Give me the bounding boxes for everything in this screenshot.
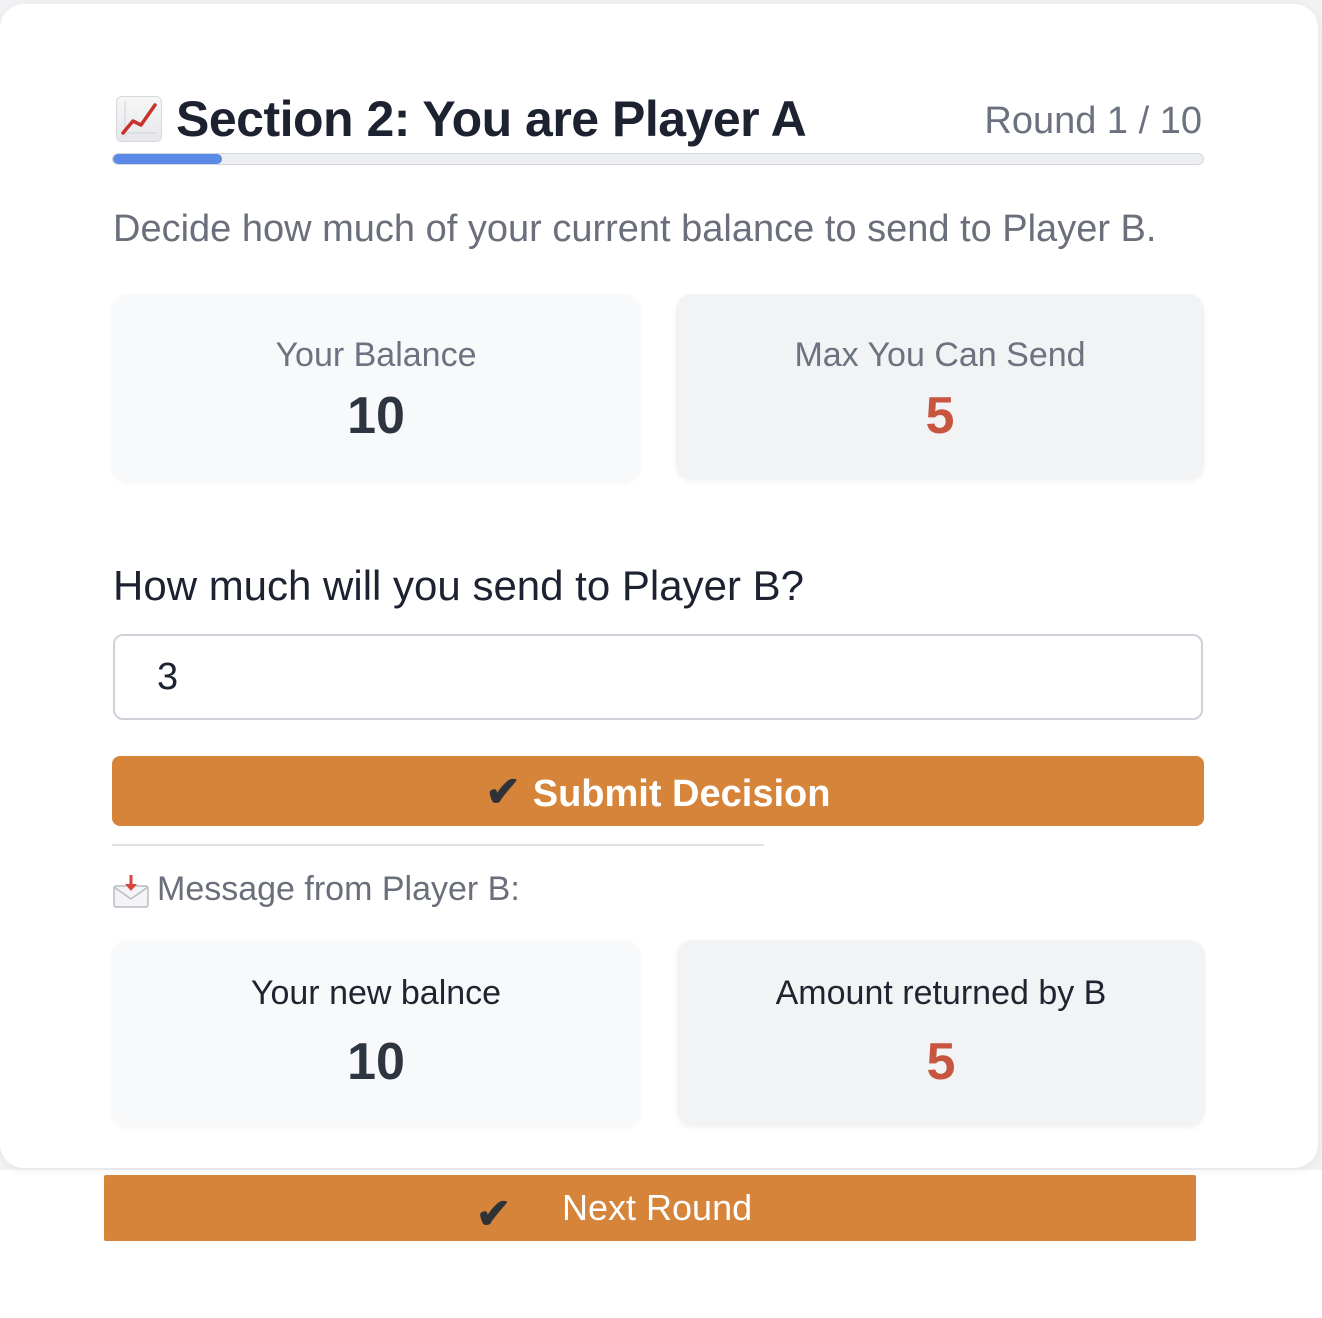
- submit-decision-label: Submit Decision: [532, 772, 831, 815]
- round-indicator: Round 1 / 10: [984, 100, 1202, 142]
- submit-decision-button[interactable]: ✔ Submit Decision: [112, 756, 1204, 826]
- new-balance-card: Your new balnce 10: [112, 940, 640, 1126]
- game-card: Section 2: You are Player A Round 1 / 10…: [0, 4, 1318, 1168]
- message-label: Message from Player B:: [157, 870, 520, 908]
- chart-increasing-icon: [116, 96, 162, 142]
- next-round-button[interactable]: ✔ Next Round: [104, 1175, 1196, 1241]
- balance-value: 10: [347, 387, 405, 445]
- new-balance-value: 10: [347, 1033, 405, 1091]
- round-progress-bar: [112, 153, 1204, 165]
- balance-label: Your Balance: [275, 336, 477, 374]
- round-progress-fill: [113, 154, 222, 164]
- header: Section 2: You are Player A Round 1 / 10: [112, 88, 1204, 154]
- page-title: Section 2: You are Player A: [176, 91, 807, 147]
- send-question: How much will you send to Player B?: [113, 562, 804, 609]
- max-send-card: Max You Can Send 5: [676, 294, 1204, 480]
- new-balance-label: Your new balnce: [250, 974, 502, 1012]
- incoming-envelope-icon: [113, 874, 149, 913]
- divider: [112, 844, 764, 846]
- max-send-label: Max You Can Send: [794, 336, 1086, 374]
- check-icon: ✔: [476, 1190, 512, 1237]
- returned-amount-card: Amount returned by B 5: [677, 940, 1205, 1126]
- max-send-value: 5: [925, 387, 955, 445]
- returned-amount-value: 5: [926, 1033, 956, 1091]
- check-icon: ✔: [485, 767, 521, 815]
- next-round-label: Next Round: [562, 1187, 753, 1228]
- returned-amount-label: Amount returned by B: [775, 974, 1107, 1012]
- send-amount-input[interactable]: [113, 634, 1203, 720]
- balance-card: Your Balance 10: [112, 294, 640, 480]
- instructions: Decide how much of your current balance …: [113, 208, 1157, 250]
